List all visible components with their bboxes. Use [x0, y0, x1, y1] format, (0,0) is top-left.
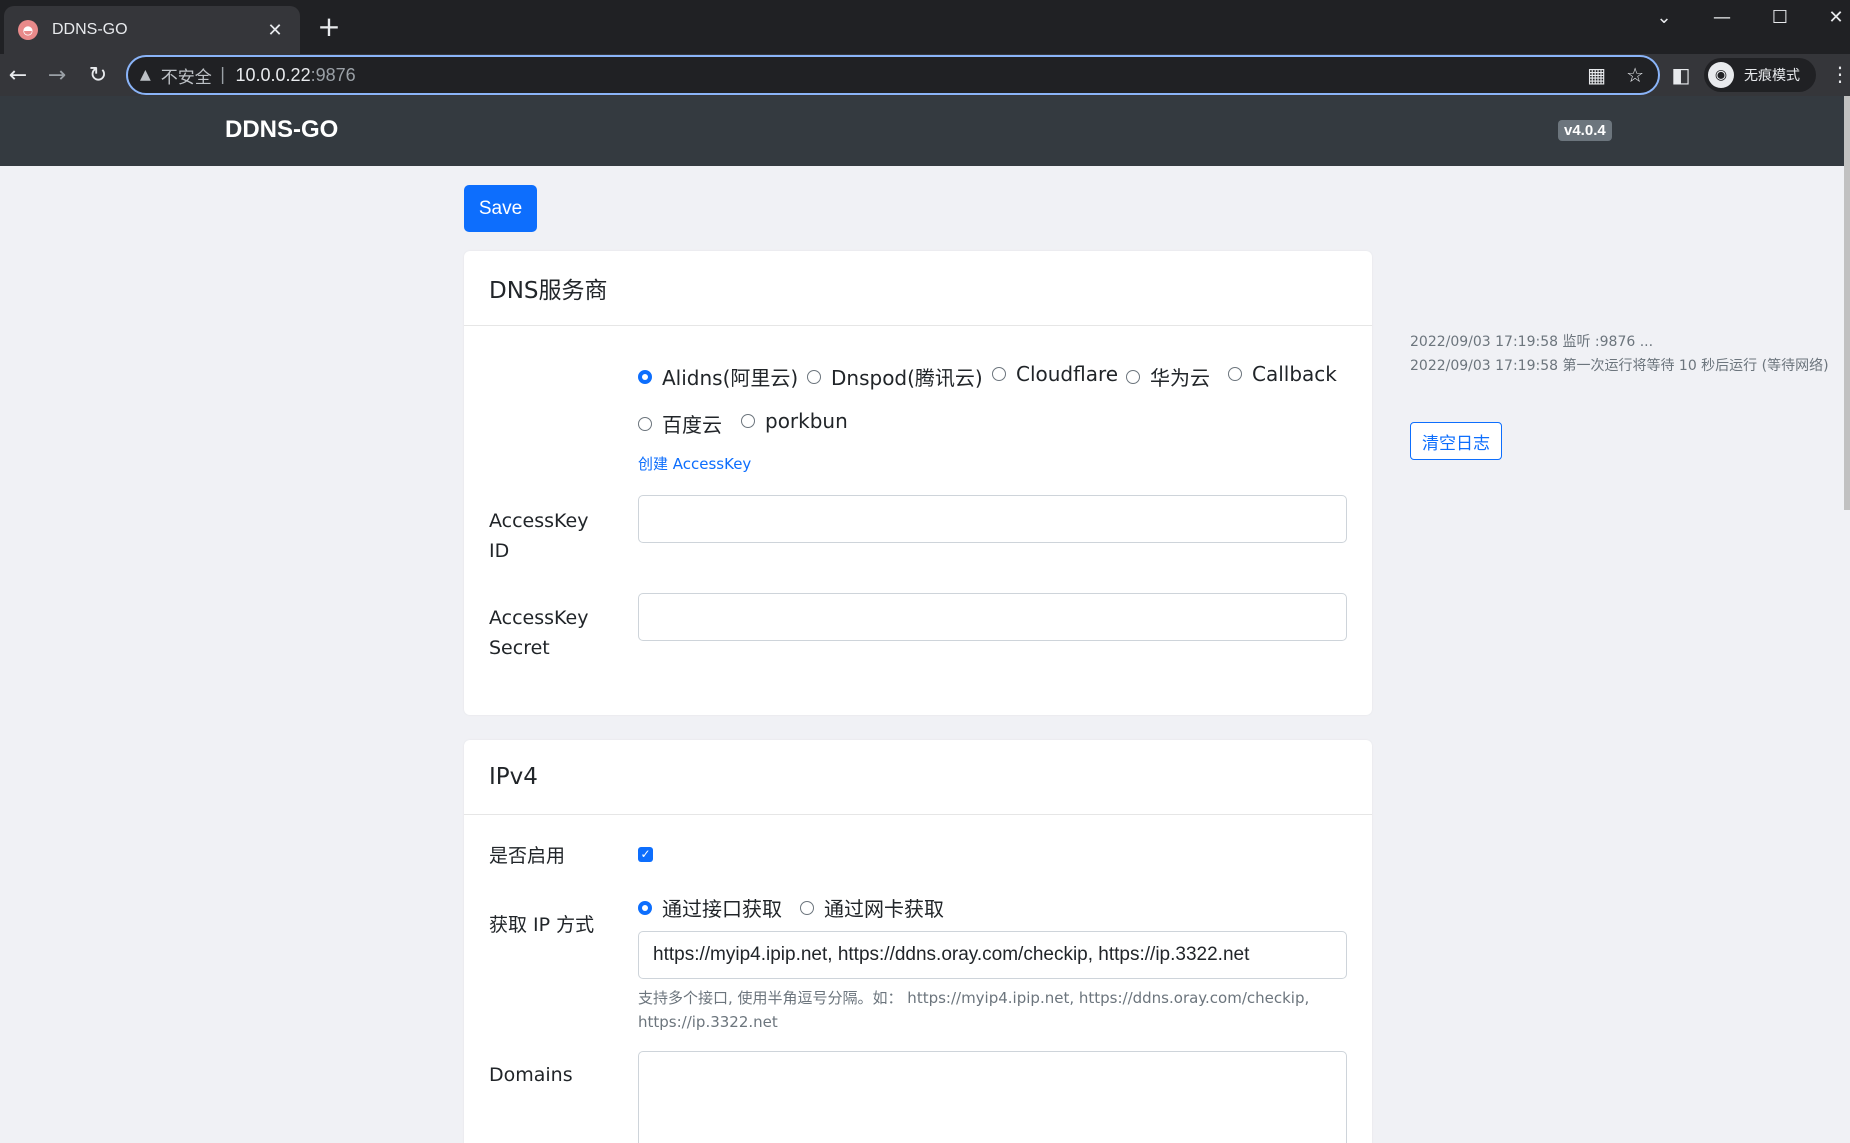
qr-code-icon[interactable]: ▦ [1587, 63, 1606, 87]
address-port: :9876 [310, 64, 356, 85]
page-scrollbar[interactable] [1844, 96, 1850, 510]
domains-textarea[interactable] [638, 1051, 1347, 1143]
app-navbar: DDNS-GO v4.0.4 [0, 96, 1850, 166]
get-ip-radio-api[interactable]: 通过接口获取 [638, 893, 782, 922]
incognito-profile-button[interactable]: ◉ 无痕模式 [1704, 58, 1816, 92]
save-button[interactable]: Save [464, 185, 537, 232]
provider-radio-alidns[interactable]: Alidns(阿里云) [638, 362, 798, 391]
radio-icon[interactable] [800, 900, 814, 915]
get-ip-radio-nic[interactable]: 通过网卡获取 [800, 893, 944, 922]
provider-radio-callback[interactable]: Callback [1228, 362, 1337, 386]
radio-icon[interactable] [638, 369, 652, 384]
forward-icon[interactable]: → [41, 59, 73, 91]
security-label[interactable]: 不安全 [161, 63, 212, 88]
accesskey-secret-input[interactable] [638, 593, 1347, 641]
dns-provider-card: DNS服务商 Alidns(阿里云) Dnspod(腾讯云) Cloudflar… [464, 251, 1372, 715]
provider-radio-baiducloud[interactable]: 百度云 [638, 409, 722, 438]
ip-url-help-text: 支持多个接口, 使用半角逗号分隔。如： https://myip4.ipip.n… [638, 989, 1310, 1031]
maximize-icon[interactable]: ☐ [1752, 0, 1808, 34]
provider-radio-cloudflare[interactable]: Cloudflare [992, 362, 1118, 386]
version-badge: v4.0.4 [1558, 120, 1612, 141]
browser-tab-bar: ◓ DDNS-GO ✕ + ⌄ — ☐ ✕ [0, 0, 1850, 54]
incognito-label: 无痕模式 [1744, 68, 1800, 84]
radio-icon[interactable] [1126, 369, 1140, 384]
ipv4-card-title: IPv4 [464, 740, 1372, 815]
minimize-icon[interactable]: — [1694, 0, 1750, 34]
browser-tab-title: DDNS-GO [52, 21, 128, 38]
address-bar[interactable]: ▲ 不安全 | 10.0.0.22 :9876 ▦ ☆ [126, 55, 1660, 95]
bookmark-star-icon[interactable]: ☆ [1626, 63, 1644, 87]
browser-menu-icon[interactable]: ⋮ [1830, 62, 1850, 86]
provider-radio-huaweicloud[interactable]: 华为云 [1126, 362, 1210, 391]
ipv4-enable-checkbox[interactable]: ✓ [638, 847, 653, 862]
create-accesskey-link[interactable]: 创建 AccessKey [638, 453, 751, 474]
ghost-favicon-icon: ◓ [18, 20, 38, 40]
radio-icon[interactable] [638, 900, 652, 915]
accesskey-secret-label: AccessKey Secret [489, 607, 589, 659]
provider-radio-dnspod[interactable]: Dnspod(腾讯云) [807, 362, 983, 391]
provider-radio-porkbun[interactable]: porkbun [741, 409, 848, 433]
radio-icon[interactable] [741, 414, 755, 428]
log-line: 2022/09/03 17:19:58 第一次运行将等待 10 秒后运行 (等待… [1410, 358, 1829, 374]
accesskey-id-label: AccessKey ID [489, 510, 589, 562]
accesskey-id-input[interactable] [638, 495, 1347, 543]
side-panel-icon[interactable]: ◧ [1670, 63, 1692, 87]
address-separator: | [219, 65, 226, 85]
app-brand[interactable]: DDNS-GO [225, 116, 338, 144]
new-tab-button[interactable]: + [314, 12, 344, 42]
radio-icon[interactable] [1228, 367, 1242, 381]
close-tab-icon[interactable]: ✕ [264, 20, 286, 41]
tab-search-icon[interactable]: ⌄ [1636, 0, 1692, 34]
warning-icon[interactable]: ▲ [140, 67, 151, 83]
ip-url-input[interactable]: https://myip4.ipip.net, https://ddns.ora… [638, 931, 1347, 979]
back-icon[interactable]: ← [2, 59, 34, 91]
get-ip-method-label: 获取 IP 方式 [489, 914, 595, 936]
browser-toolbar: ← → ↻ ▲ 不安全 | 10.0.0.22 :9876 ▦ ☆ ◧ ◉ 无痕… [0, 54, 1850, 96]
domains-label: Domains [489, 1064, 573, 1086]
radio-icon[interactable] [638, 416, 652, 431]
ipv4-card: IPv4 是否启用 ✓ 获取 IP 方式 通过接口获取 通过网卡获取 https… [464, 740, 1372, 1143]
close-window-icon[interactable]: ✕ [1808, 0, 1850, 34]
dns-card-title: DNS服务商 [464, 251, 1372, 326]
enable-label: 是否启用 [489, 845, 566, 867]
address-host: 10.0.0.22 [235, 64, 311, 85]
log-line: 2022/09/03 17:19:58 监听 :9876 ... [1410, 334, 1654, 350]
radio-icon[interactable] [992, 367, 1006, 381]
log-panel: 2022/09/03 17:19:58 监听 :9876 ... 2022/09… [1410, 330, 1830, 378]
incognito-icon: ◉ [1708, 62, 1734, 88]
clear-log-button[interactable]: 清空日志 [1410, 422, 1502, 460]
reload-icon[interactable]: ↻ [82, 59, 114, 91]
browser-tab[interactable]: ◓ DDNS-GO ✕ [4, 6, 300, 54]
radio-icon[interactable] [807, 369, 821, 384]
